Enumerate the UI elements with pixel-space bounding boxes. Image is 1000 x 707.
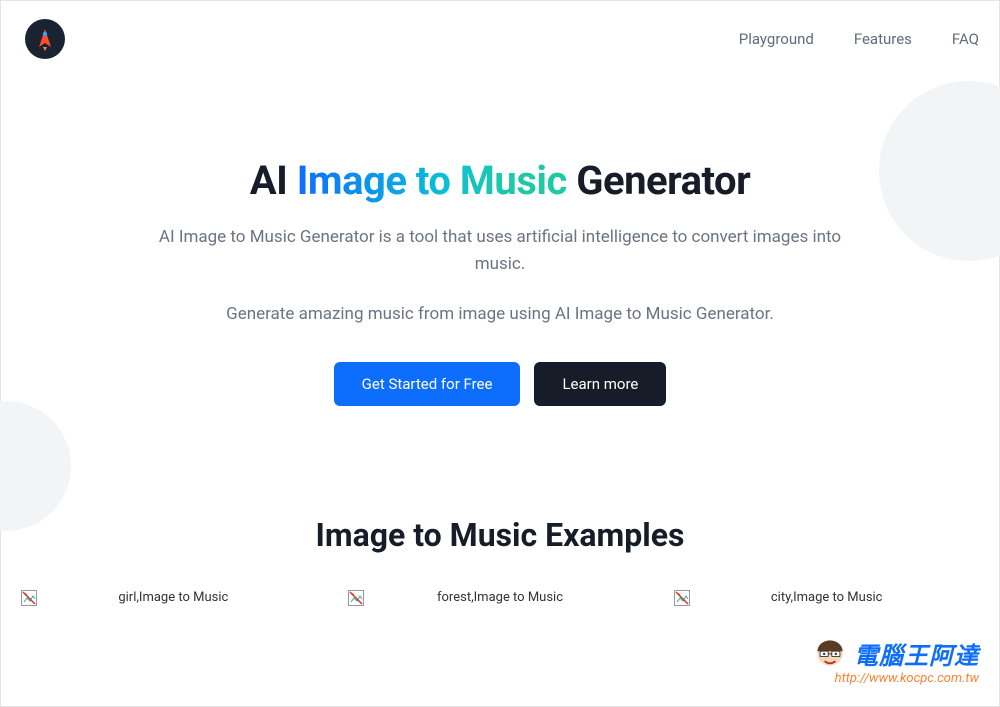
nav-faq[interactable]: FAQ (952, 30, 979, 48)
examples-title: Image to Music Examples (11, 516, 989, 554)
watermark-face-icon (812, 635, 848, 671)
hero-subtitle-2: Generate amazing music from image using … (81, 304, 919, 324)
cta-row: Get Started for Free Learn more (81, 362, 919, 406)
example-alt-text: forest,Image to Music (437, 590, 563, 605)
main-nav: Playground Features FAQ (739, 30, 979, 48)
examples-section: Image to Music Examples girl,Image to Mu… (1, 406, 999, 656)
header: Playground Features FAQ (1, 1, 999, 77)
broken-image-icon (348, 590, 364, 606)
watermark-text: 電腦王阿達 (854, 636, 979, 671)
watermark-url: http://www.kocpc.com.tw (812, 671, 979, 686)
nav-playground[interactable]: Playground (739, 30, 814, 48)
hero-title-post: Generator (567, 157, 750, 204)
example-alt-text: city,Image to Music (771, 590, 883, 605)
hero-title-gradient: Image to Music (297, 157, 567, 204)
watermark: 電腦王阿達 http://www.kocpc.com.tw (812, 635, 979, 686)
hero-title-pre: AI (250, 157, 297, 204)
hero-subtitle-1: AI Image to Music Generator is a tool th… (140, 224, 860, 278)
logo-icon[interactable] (25, 19, 65, 59)
get-started-button[interactable]: Get Started for Free (334, 362, 521, 406)
hero-section: AI Image to Music Generator AI Image to … (1, 77, 999, 406)
example-alt-text: girl,Image to Music (118, 590, 228, 605)
example-card-girl[interactable]: girl,Image to Music (17, 586, 330, 656)
broken-image-icon (21, 590, 37, 606)
learn-more-button[interactable]: Learn more (534, 362, 666, 406)
broken-image-icon (674, 590, 690, 606)
nav-features[interactable]: Features (854, 30, 912, 48)
example-card-forest[interactable]: forest,Image to Music (344, 586, 657, 656)
hero-title: AI Image to Music Generator (81, 157, 919, 204)
